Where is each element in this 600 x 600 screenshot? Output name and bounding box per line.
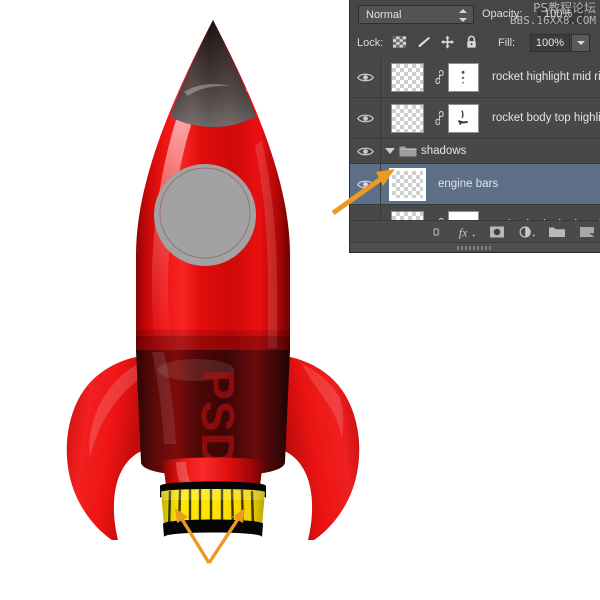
layer-row-engine-bars[interactable]: engine bars: [350, 164, 600, 205]
layer-visibility-toggle[interactable]: [350, 98, 381, 138]
layer-thumbnail[interactable]: [381, 104, 434, 133]
layer-row-rocket-body-dn-ring-shadow[interactable]: rocket body dn ring shadow: [350, 205, 600, 221]
new-group-button[interactable]: [548, 224, 566, 240]
add-layer-mask-button[interactable]: [488, 224, 506, 240]
layer-thumbnail[interactable]: [381, 170, 434, 199]
blend-mode-value: Normal: [366, 9, 401, 21]
layer-name: rocket highlight mid right: [488, 71, 600, 83]
layers-panel[interactable]: Normal Opacity: 100% PS教程论坛 BBS.16XX8.CO…: [349, 0, 600, 253]
link-layers-button[interactable]: [428, 224, 446, 240]
layer-row-rocket-highlight-mid-right[interactable]: rocket highlight mid right: [350, 57, 600, 98]
layer-mask-cell[interactable]: [434, 104, 488, 133]
layer-mask-cell[interactable]: [434, 63, 488, 92]
lock-fill-row: Lock:: [350, 29, 600, 58]
layer-mask-thumbnail[interactable]: [448, 63, 479, 92]
rocket-window: [154, 164, 256, 266]
add-layer-style-button[interactable]: fx: [458, 224, 476, 240]
layer-name: engine bars: [434, 178, 498, 190]
blend-mode-select[interactable]: Normal: [358, 5, 474, 24]
screenshot-stage: PSD: [0, 0, 600, 600]
rocket-body-text: PSD: [192, 369, 244, 467]
eye-icon: [357, 72, 374, 83]
engine-black-ring-bottom: [163, 520, 263, 538]
group-expand-arrow-icon[interactable]: [385, 148, 395, 154]
layer-thumbnail[interactable]: [381, 63, 434, 92]
fill-input[interactable]: 100%: [530, 34, 570, 52]
layer-row-rocket-body-top-highlight[interactable]: rocket body top highlight: [350, 98, 600, 139]
lock-all-icon[interactable]: [464, 34, 479, 50]
lock-transparent-pixels-icon[interactable]: [392, 34, 407, 50]
folder-icon: [399, 144, 417, 158]
layer-visibility-toggle[interactable]: [350, 164, 381, 204]
layers-panel-footer: fx: [350, 220, 600, 243]
link-icon[interactable]: [434, 111, 445, 125]
layer-visibility-toggle[interactable]: [350, 57, 381, 97]
layer-visibility-toggle[interactable]: [350, 205, 381, 221]
lock-image-pixels-icon[interactable]: [416, 34, 431, 50]
group-name: shadows: [417, 145, 466, 157]
eye-icon: [357, 179, 374, 190]
eye-icon: [357, 113, 374, 124]
blend-mode-stepper-icon[interactable]: [458, 9, 467, 22]
new-layer-button[interactable]: [578, 224, 596, 240]
lock-position-icon[interactable]: [440, 34, 455, 50]
opacity-input[interactable]: 100%: [538, 5, 584, 24]
layer-row-shadows-group[interactable]: shadows: [350, 139, 600, 164]
layer-list[interactable]: rocket highlight mid right: [350, 57, 600, 221]
group-visibility-toggle[interactable]: [350, 139, 381, 163]
fill-dropdown-button[interactable]: [571, 34, 590, 52]
chevron-down-icon: [577, 41, 585, 45]
layer-mask-thumbnail[interactable]: [448, 104, 479, 133]
blend-opacity-row: Normal Opacity: 100% PS教程论坛 BBS.16XX8.CO…: [350, 0, 600, 30]
panel-resize-grip[interactable]: [350, 242, 600, 252]
link-icon[interactable]: [434, 70, 445, 84]
lock-label: Lock:: [357, 37, 383, 49]
svg-text:fx: fx: [459, 227, 468, 240]
opacity-label: Opacity:: [482, 8, 522, 20]
layer-name: rocket body top highlight: [488, 112, 600, 124]
eye-icon: [357, 146, 374, 157]
fill-label: Fill:: [498, 37, 515, 49]
new-adjustment-layer-button[interactable]: [518, 224, 536, 240]
grip-dots-icon: [457, 246, 493, 250]
